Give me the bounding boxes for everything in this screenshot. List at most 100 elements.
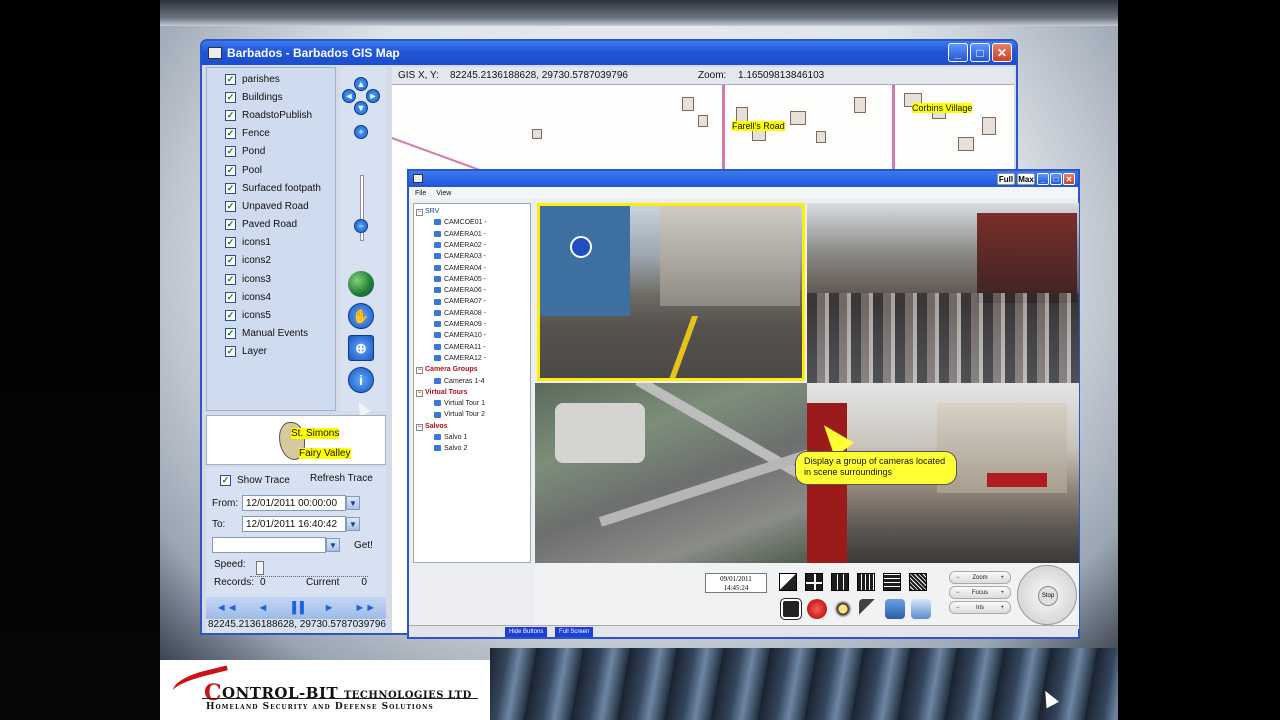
layer-item[interactable]: ✓ Fence: [207, 125, 335, 143]
play-button[interactable]: ►: [324, 602, 335, 614]
iris-control[interactable]: − Iris +: [949, 601, 1011, 614]
zoom-in-icon[interactable]: +: [354, 125, 368, 139]
pan-down-icon[interactable]: ▼: [354, 101, 368, 115]
layer-item[interactable]: ✓ Surfaced footpath: [207, 179, 335, 197]
layer-checkbox[interactable]: ✓: [225, 291, 236, 303]
rewind-button[interactable]: ◄: [258, 602, 269, 614]
layer-item[interactable]: ✓ icons3: [207, 270, 335, 288]
tree-camera-item[interactable]: CAMERA07 -: [434, 298, 486, 305]
to-date-dropdown-icon[interactable]: ▼: [346, 517, 360, 531]
layer-checkbox[interactable]: ✓: [225, 237, 236, 249]
brightness-icon[interactable]: [833, 599, 853, 619]
layout-1x1-icon[interactable]: [779, 573, 797, 591]
refresh-trace-button[interactable]: Refresh Trace: [310, 473, 373, 484]
layer-item[interactable]: ✓ icons1: [207, 234, 335, 252]
tree-virtual-tour-item[interactable]: Virtual Tour 2: [434, 411, 485, 418]
info-icon[interactable]: i: [348, 367, 374, 393]
collapse-icon[interactable]: −: [416, 423, 423, 431]
network-icon[interactable]: [885, 599, 905, 619]
video-minimize-button[interactable]: _: [1037, 173, 1049, 185]
layer-checkbox[interactable]: ✓: [225, 109, 236, 121]
tree-camera-item[interactable]: CAMERA04 -: [434, 265, 486, 272]
layer-item[interactable]: ✓ icons2: [207, 252, 335, 270]
layer-item[interactable]: ✓ Pool: [207, 161, 335, 179]
tree-salvo-item[interactable]: Salvo 1: [434, 434, 467, 441]
menu-file[interactable]: File: [415, 190, 426, 197]
layer-checkbox[interactable]: ✓: [225, 164, 236, 176]
layout-6x6-icon[interactable]: [909, 573, 927, 591]
tree-camera-item[interactable]: CAMERA03 -: [434, 253, 486, 260]
layer-item[interactable]: ✓ Pond: [207, 143, 335, 161]
tree-camera-item[interactable]: CAMERA05 -: [434, 276, 486, 283]
snapshot-icon[interactable]: [911, 599, 931, 619]
video-title-bar[interactable]: Full Max _ □ ✕: [409, 171, 1078, 187]
hide-buttons-button[interactable]: Hide Buttons: [505, 627, 548, 637]
overview-minimap[interactable]: St. Simons Fairy Valley: [206, 415, 386, 465]
gis-title-bar[interactable]: Barbados - Barbados GIS Map _ □ ✕: [202, 41, 1016, 65]
globe-icon[interactable]: [348, 271, 374, 297]
pan-left-icon[interactable]: ◄: [342, 89, 356, 103]
pause-button[interactable]: ▐▐: [288, 602, 304, 614]
zoom-out-icon[interactable]: −: [354, 219, 368, 233]
tree-group-virtual-tours[interactable]: − Virtual Tours: [416, 389, 468, 397]
tree-camera-item[interactable]: CAMERA01 -: [434, 231, 486, 238]
record-icon[interactable]: [807, 599, 827, 619]
tree-camera-item[interactable]: CAMERA09 -: [434, 321, 486, 328]
tree-group-salvos[interactable]: − Salvos: [416, 423, 448, 431]
max-button[interactable]: Max: [1017, 173, 1035, 185]
speed-slider[interactable]: [250, 561, 368, 577]
tree-camera-group-item[interactable]: Cameras 1-4: [434, 378, 484, 385]
layer-checkbox[interactable]: ✓: [225, 219, 236, 231]
layer-item[interactable]: ✓ parishes: [207, 70, 335, 88]
layer-item[interactable]: ✓ Manual Events: [207, 325, 335, 343]
zoom-box-icon[interactable]: ⊕: [348, 335, 374, 361]
menu-view[interactable]: View: [436, 190, 451, 197]
tree-camera-item[interactable]: CAMERA10 -: [434, 332, 486, 339]
collapse-icon[interactable]: −: [416, 367, 423, 375]
phone-icon[interactable]: [859, 599, 879, 619]
video-restore-button[interactable]: □: [1050, 173, 1062, 185]
layer-item[interactable]: ✓ icons4: [207, 288, 335, 306]
tree-camera-item[interactable]: CAMCOE01 -: [434, 219, 487, 226]
video-close-button[interactable]: ✕: [1063, 173, 1075, 185]
close-button[interactable]: ✕: [992, 43, 1012, 62]
collapse-icon[interactable]: −: [416, 209, 423, 216]
layout-4x4-icon[interactable]: [857, 573, 875, 591]
layout-5x5-icon[interactable]: [883, 573, 901, 591]
tree-virtual-tour-item[interactable]: Virtual Tour 1: [434, 400, 485, 407]
speed-slider-thumb[interactable]: [256, 561, 264, 575]
focus-control[interactable]: − Focus +: [949, 586, 1011, 599]
from-date-dropdown-icon[interactable]: ▼: [346, 496, 360, 510]
tree-salvo-item[interactable]: Salvo 2: [434, 445, 467, 452]
collapse-icon[interactable]: −: [416, 389, 423, 397]
show-trace-checkbox[interactable]: ✓: [220, 475, 231, 486]
pan-right-icon[interactable]: ►: [366, 89, 380, 103]
to-date-field[interactable]: 12/01/2011 16:40:42: [242, 516, 346, 532]
trace-select-dropdown-icon[interactable]: ▼: [326, 538, 340, 552]
camera-view-2[interactable]: [807, 203, 1079, 383]
layer-checkbox[interactable]: ✓: [225, 73, 236, 85]
tree-camera-item[interactable]: CAMERA08 -: [434, 310, 486, 317]
pan-up-icon[interactable]: ▲: [354, 77, 368, 91]
tree-camera-item[interactable]: CAMERA11 -: [434, 344, 486, 351]
layer-item[interactable]: ✓ Unpaved Road: [207, 197, 335, 215]
tree-root-srv[interactable]: − SRV: [416, 208, 439, 216]
get-button[interactable]: Get!: [354, 540, 373, 551]
layer-checkbox[interactable]: ✓: [225, 328, 236, 340]
ptz-stop-button[interactable]: Stop: [1038, 586, 1058, 606]
layer-checkbox[interactable]: ✓: [225, 346, 236, 358]
layer-checkbox[interactable]: ✓: [225, 310, 236, 322]
camera-view-3[interactable]: [535, 383, 807, 563]
layer-item[interactable]: ✓ icons5: [207, 306, 335, 324]
zoom-control[interactable]: − Zoom +: [949, 571, 1011, 584]
layer-item[interactable]: ✓ Layer: [207, 343, 335, 361]
minimize-button[interactable]: _: [948, 43, 968, 62]
layer-checkbox[interactable]: ✓: [225, 273, 236, 285]
tree-camera-item[interactable]: CAMERA06 -: [434, 287, 486, 294]
layout-3x3-icon[interactable]: [831, 573, 849, 591]
layer-checkbox[interactable]: ✓: [225, 182, 236, 194]
tree-group-camera-groups[interactable]: − Camera Groups: [416, 366, 478, 375]
layer-checkbox[interactable]: ✓: [225, 200, 236, 212]
pause-video-icon[interactable]: [780, 598, 802, 620]
from-date-field[interactable]: 12/01/2011 00:00:00: [242, 495, 346, 511]
